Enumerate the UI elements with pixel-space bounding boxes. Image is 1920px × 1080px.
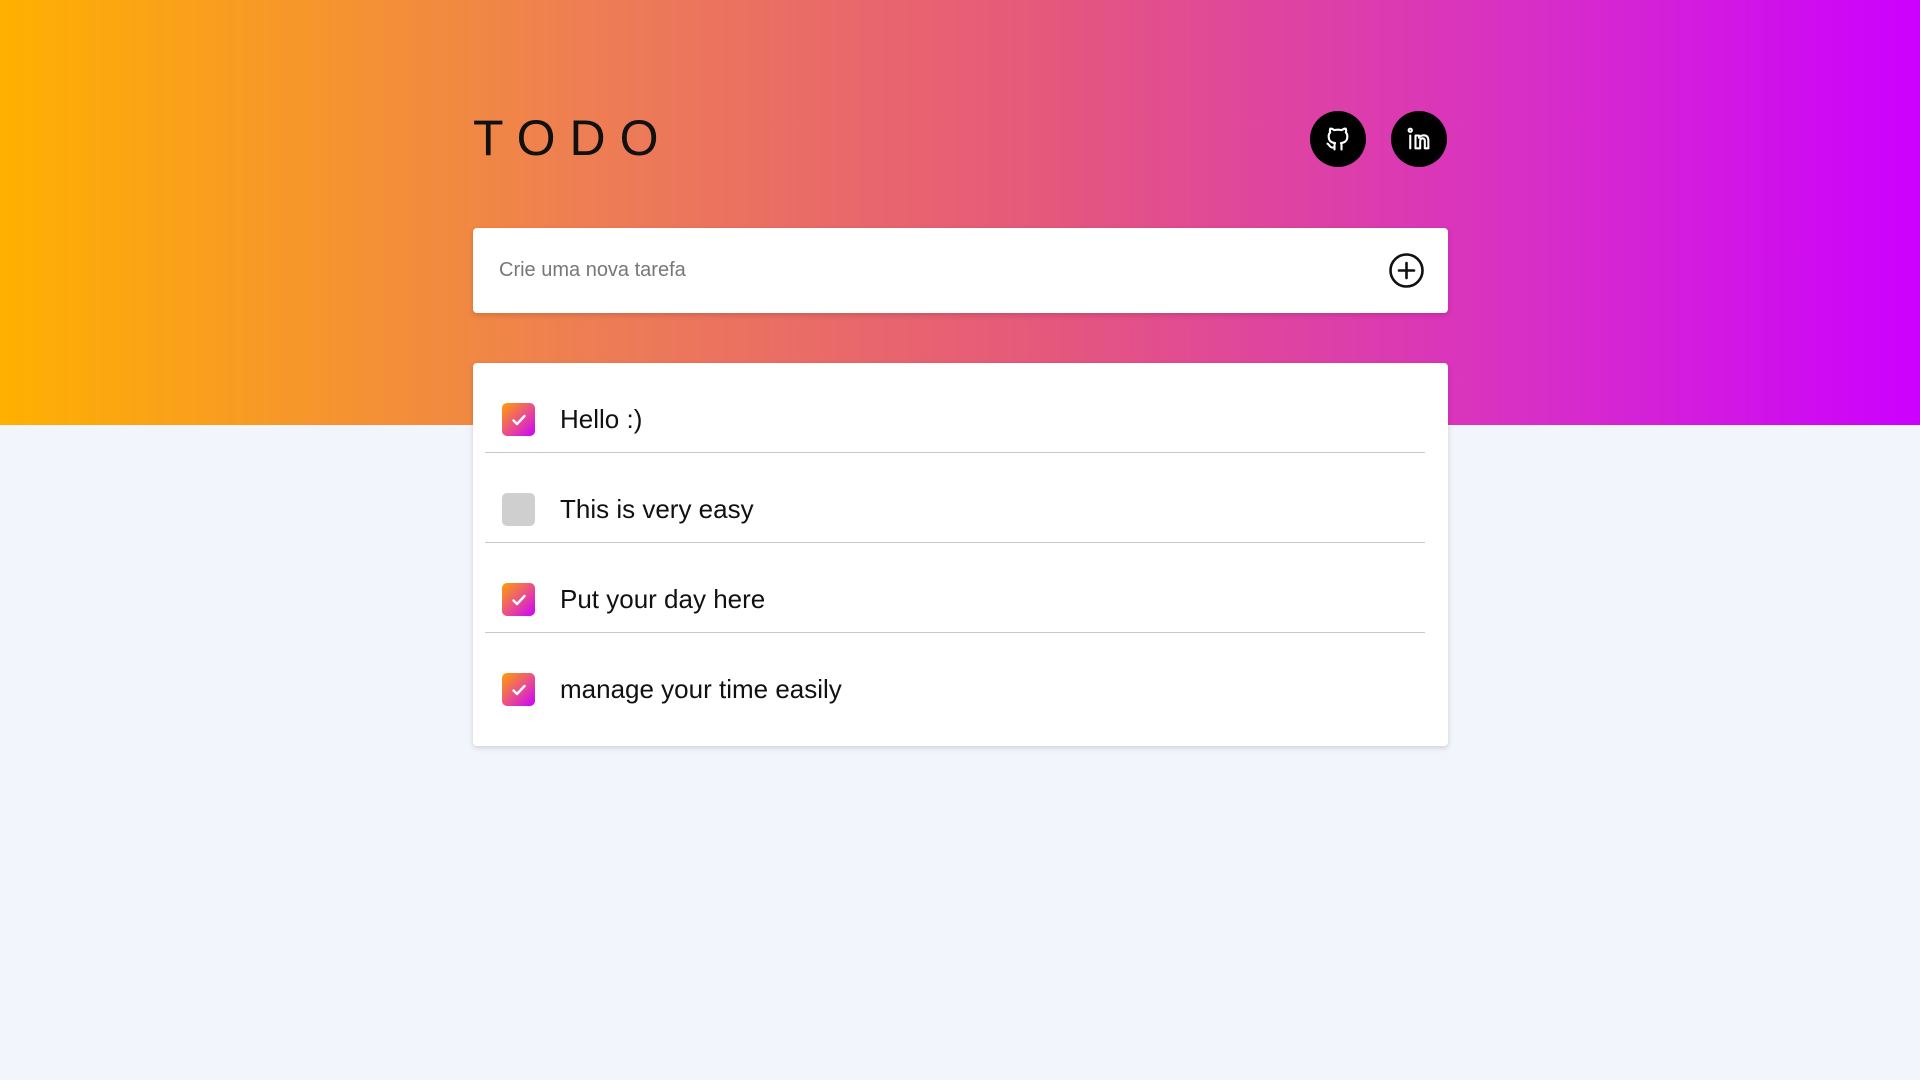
github-button[interactable]	[1310, 111, 1366, 167]
task-label[interactable]: Put your day here	[560, 579, 765, 619]
task-checkbox[interactable]	[502, 673, 535, 706]
new-task-box	[473, 228, 1448, 313]
task-checkbox[interactable]	[502, 583, 535, 616]
add-task-button[interactable]	[1388, 252, 1425, 289]
task-label[interactable]: This is very easy	[560, 489, 754, 529]
checkmark-icon	[511, 594, 526, 605]
list-item: manage your time easily	[485, 633, 1425, 723]
task-label[interactable]: Hello :)	[560, 399, 642, 439]
linkedin-button[interactable]	[1391, 111, 1447, 167]
checkmark-icon	[511, 684, 526, 695]
plus-circle-icon	[1389, 253, 1424, 288]
header-gradient-banner	[0, 0, 1920, 425]
list-item: This is very easy	[485, 453, 1425, 543]
page-title: TODO	[473, 110, 673, 166]
new-task-input[interactable]	[499, 228, 1359, 313]
list-item: Hello :)	[485, 363, 1425, 453]
task-checkbox[interactable]	[502, 493, 535, 526]
task-list: Hello :) This is very easy Put your day …	[473, 363, 1448, 746]
task-checkbox[interactable]	[502, 403, 535, 436]
linkedin-icon	[1407, 127, 1430, 150]
checkmark-icon	[511, 414, 526, 425]
header: TODO	[473, 106, 1448, 170]
task-label[interactable]: manage your time easily	[560, 669, 842, 709]
github-icon	[1326, 127, 1349, 151]
list-item: Put your day here	[485, 543, 1425, 633]
